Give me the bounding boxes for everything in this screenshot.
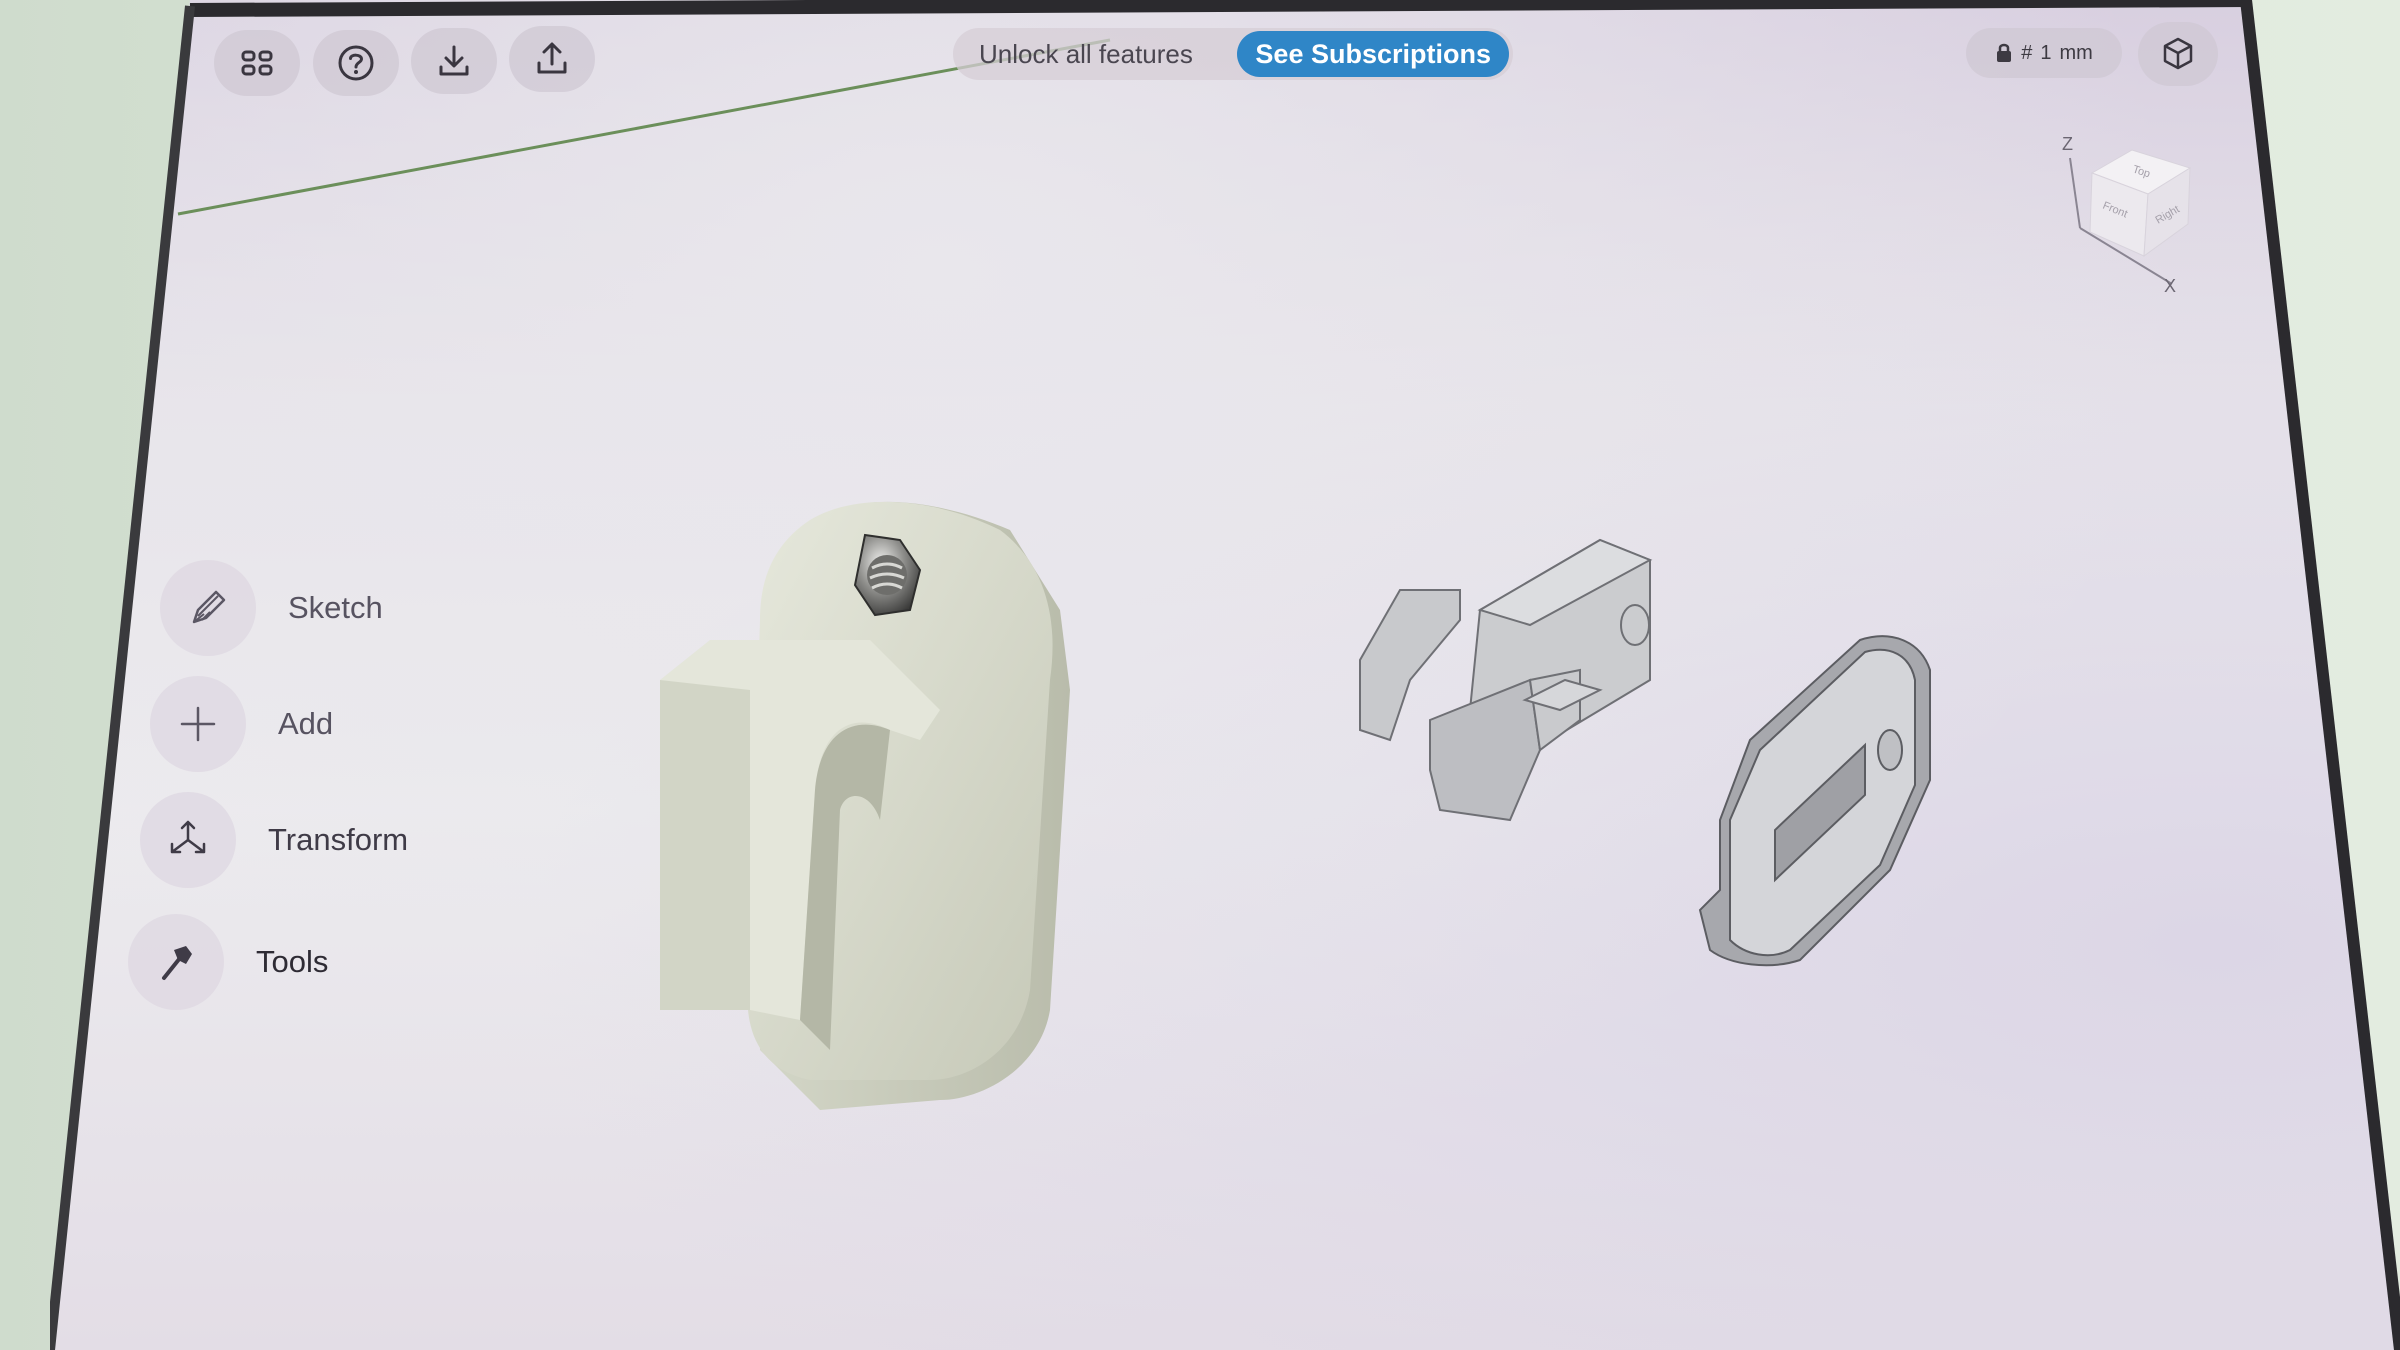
cube-view-icon [2163,37,2193,70]
help-icon [338,45,374,81]
grid-symbol: # [2021,41,2033,64]
unit-label: mm [2059,41,2093,64]
download-icon [439,45,469,76]
view-cube[interactable]: Top Front Right Z X [2040,128,2220,298]
add-menu-item[interactable]: Add [150,676,333,772]
download-button[interactable] [411,28,497,94]
axis-x-label: X [2164,276,2176,296]
units-control[interactable]: # 1 mm [1966,28,2122,78]
grid-icon [241,50,273,76]
add-label: Add [278,706,334,741]
sketch-label: Sketch [288,590,383,625]
grid-button[interactable] [214,30,300,96]
hammer-icon [162,946,192,980]
see-subscriptions-button[interactable]: See Subscriptions [1237,31,1509,77]
transform-label: Transform [268,822,409,857]
plus-icon [180,706,216,742]
cad-model-part-2[interactable] [1690,620,1950,980]
share-icon [537,42,567,74]
z-axis-line [2069,157,2081,229]
transform-arrows-icon [170,820,206,854]
tools-label: Tools [256,944,329,979]
pencil-icon [192,590,226,624]
lock-icon [1997,43,2012,62]
unlock-text: Unlock all features [979,38,1193,69]
help-button[interactable] [313,30,399,96]
unit-value: 1 [2040,41,2052,64]
view-mode-button[interactable] [2138,22,2218,86]
cad-model-part-1[interactable] [1350,530,1680,840]
tools-menu-item[interactable]: Tools [128,914,328,1010]
printed-part-photo [660,501,1070,1110]
sketch-menu-item[interactable]: Sketch [160,560,383,656]
axis-z-label: Z [2062,134,2073,154]
share-button[interactable] [509,26,595,92]
transform-menu-item[interactable]: Transform [140,792,408,888]
unlock-banner: Unlock all features See Subscriptions [953,28,1513,80]
